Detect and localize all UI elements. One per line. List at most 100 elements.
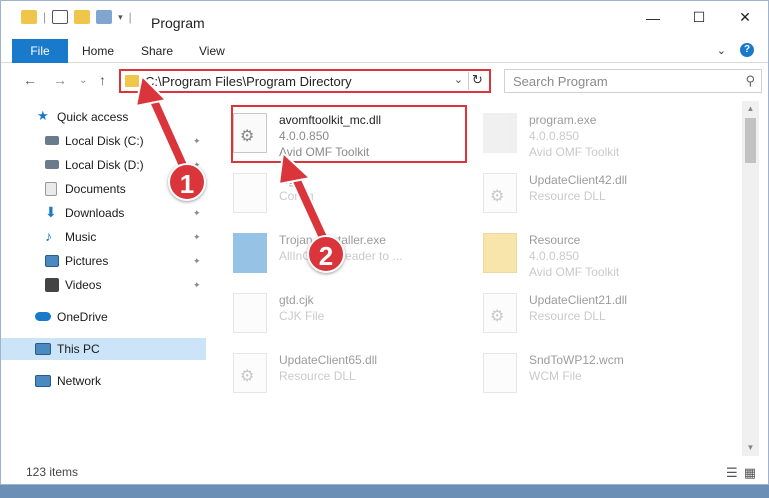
file-list: ⚙ avomftoolkit_mc.dll 4.0.0.850 Avid OMF…	[221, 101, 736, 456]
list-item[interactable]: cfg Config	[221, 165, 461, 221]
network-icon	[35, 375, 51, 387]
recent-locations-button[interactable]: ⌄	[79, 75, 87, 86]
file-name: gtd.cjk	[279, 293, 314, 307]
sidebar-item-label: Quick access	[57, 110, 129, 124]
pin-icon[interactable]: ✦	[193, 136, 201, 147]
ribbon-expand-icon[interactable]: ⌄	[717, 44, 726, 57]
scroll-down-icon[interactable]: ▼	[742, 440, 759, 456]
sidebar-item-downloads[interactable]: ⬇ Downloads ✦	[1, 202, 206, 224]
forward-button[interactable]: →	[53, 72, 67, 88]
sidebar-item-quick-access[interactable]: ★ Quick access	[1, 106, 206, 128]
divider: |	[43, 10, 47, 24]
list-item[interactable]: Resource 4.0.0.850 Avid OMF Toolkit	[471, 225, 711, 281]
folder-icon	[125, 75, 139, 87]
sidebar-item-pictures[interactable]: Pictures ✦	[1, 250, 206, 272]
file-icon	[233, 173, 267, 213]
sidebar-item-label: Documents	[65, 182, 126, 196]
sidebar-item-label: Network	[57, 374, 102, 388]
window-title: Program	[151, 15, 205, 31]
tab-view[interactable]: View	[199, 39, 225, 63]
list-item[interactable]: SndToWP12.wcm WCM File	[471, 345, 711, 401]
list-item[interactable]: gtd.cjk CJK File	[221, 285, 461, 341]
list-item[interactable]: ⚙ UpdateClient21.dll Resource DLL	[471, 285, 711, 341]
file-type: WCM File	[529, 369, 582, 383]
new-folder-icon[interactable]	[74, 10, 91, 24]
navigation-bar: ← → ⌄ ↑ C:\Program Files\Program Directo…	[1, 66, 768, 96]
sidebar-item-music[interactable]: ♪ Music ✦	[1, 226, 206, 248]
list-item[interactable]: program.exe 4.0.0.850 Avid OMF Toolkit	[471, 105, 711, 161]
list-item[interactable]: ⚙ UpdateClient42.dll Resource DLL	[471, 165, 711, 221]
sidebar-item-label: OneDrive	[57, 310, 108, 324]
address-path[interactable]: C:\Program Files\Program Directory	[145, 74, 352, 89]
back-button[interactable]: ←	[23, 72, 37, 88]
pin-icon[interactable]: ✦	[193, 280, 201, 291]
dll-gear-icon: ⚙	[483, 293, 517, 333]
tiles-view-icon[interactable]: ▦	[744, 465, 756, 481]
cloud-icon	[35, 312, 51, 321]
folder-icon	[21, 10, 37, 24]
sidebar-item-label: Music	[65, 230, 97, 244]
divider: |	[128, 10, 132, 24]
drive-icon	[45, 136, 59, 145]
maximize-button[interactable]: ☐	[676, 1, 722, 34]
list-item[interactable]: ⚙ UpdateClient65.dll Resource DLL	[221, 345, 461, 401]
pin-icon[interactable]: ✦	[193, 208, 201, 219]
address-dropdown-icon[interactable]: ⌄	[454, 73, 463, 86]
scroll-up-icon[interactable]: ▲	[742, 101, 759, 117]
computer-icon	[35, 343, 51, 355]
tab-share[interactable]: Share	[141, 39, 173, 63]
file-icon	[483, 353, 517, 393]
qat-dropdown-icon[interactable]: ▾	[118, 12, 123, 23]
pin-icon[interactable]: ✦	[193, 256, 201, 267]
file-type: Resource DLL	[279, 369, 356, 383]
documents-icon	[45, 182, 57, 196]
tab-home[interactable]: Home	[82, 39, 114, 63]
sidebar-item-label: This PC	[57, 342, 100, 356]
sidebar-item-onedrive[interactable]: OneDrive	[1, 306, 206, 328]
search-icon: ⚲	[745, 73, 755, 88]
star-icon: ★	[37, 108, 49, 123]
tab-file[interactable]: File	[12, 39, 68, 63]
help-icon[interactable]: ?	[740, 43, 754, 57]
sidebar-item-this-pc[interactable]: This PC	[1, 338, 206, 360]
minimize-button[interactable]: —	[630, 1, 676, 34]
sidebar-item-network[interactable]: Network	[1, 370, 206, 392]
videos-icon	[45, 278, 59, 292]
exe-icon	[483, 113, 517, 153]
sidebar-item-label: Downloads	[65, 206, 125, 220]
sidebar-item-label: Videos	[65, 278, 102, 292]
address-bar[interactable]: C:\Program Files\Program Directory ⌄ ↻	[119, 69, 491, 93]
sidebar-item-label: Pictures	[65, 254, 109, 268]
quick-access-toolbar: | ▾ |	[21, 10, 132, 24]
details-view-icon[interactable]: ☰	[726, 465, 738, 481]
file-description: Avid OMF Toolkit	[529, 145, 620, 159]
search-placeholder: Search Program	[513, 74, 608, 89]
properties-icon[interactable]	[52, 10, 69, 24]
close-button[interactable]: ✕	[722, 1, 768, 34]
file-name: UpdateClient65.dll	[279, 353, 378, 367]
sidebar-item-local-disk-c[interactable]: Local Disk (C:) ✦	[1, 130, 206, 152]
folder-icon	[483, 233, 517, 273]
refresh-button[interactable]: ↻	[468, 72, 486, 90]
sidebar-item-label: Local Disk (D:)	[65, 158, 144, 172]
up-button[interactable]: ↑	[99, 72, 106, 88]
customize-icon[interactable]	[96, 10, 113, 24]
file-type: CJK File	[279, 309, 325, 323]
file-type: Resource DLL	[529, 189, 606, 203]
search-input[interactable]: Search Program ⚲	[504, 69, 762, 93]
sidebar-item-videos[interactable]: Videos ✦	[1, 274, 206, 296]
file-type: Resource DLL	[529, 309, 606, 323]
file-name: SndToWP12.wcm	[529, 353, 624, 367]
file-version: 4.0.0.850	[529, 129, 580, 143]
music-icon: ♪	[45, 228, 52, 244]
ribbon-tabs: File Home Share View ⌄ ?	[1, 39, 768, 63]
scroll-thumb[interactable]	[745, 118, 756, 163]
vertical-scrollbar[interactable]: ▲ ▼	[742, 101, 759, 456]
file-version: 4.0.0.850	[529, 249, 580, 263]
file-name: program.exe	[529, 113, 597, 127]
dll-gear-icon: ⚙	[483, 173, 517, 213]
file-type: Config	[279, 189, 314, 203]
pin-icon[interactable]: ✦	[193, 232, 201, 243]
highlight-box	[231, 105, 467, 163]
file-name: UpdateClient21.dll	[529, 293, 628, 307]
